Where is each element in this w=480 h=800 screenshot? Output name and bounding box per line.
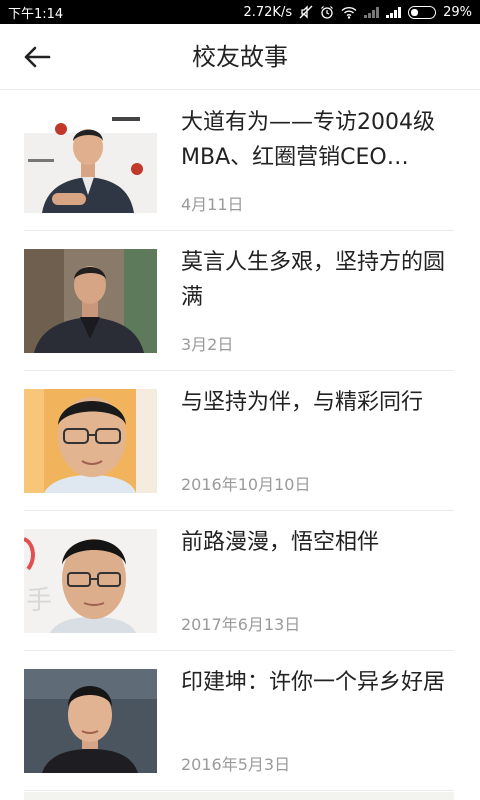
story-title: 前路漫漫，悟空相伴 xyxy=(181,530,380,555)
story-photo xyxy=(24,669,157,773)
battery-percent: 29% xyxy=(443,4,472,20)
svg-text:手: 手 xyxy=(26,586,52,616)
story-photo xyxy=(24,109,157,213)
status-bar: 下午1:14 2.72K/s 29% xyxy=(0,0,480,24)
story-date: 2017年6月13日 xyxy=(181,615,301,634)
back-arrow-icon xyxy=(24,46,51,68)
list-item[interactable]: 与坚持为伴，与精彩同行 2016年10月10日 xyxy=(24,371,454,511)
signal-icon-sim1 xyxy=(364,6,380,18)
network-speed: 2.72K/s xyxy=(243,4,293,20)
next-item-edge xyxy=(24,792,454,800)
story-photo: 手 xyxy=(24,529,157,633)
page-title: 校友故事 xyxy=(192,43,288,71)
story-date: 3月2日 xyxy=(181,335,234,354)
battery-icon xyxy=(408,5,437,19)
story-date: 4月11日 xyxy=(181,195,244,214)
mute-icon xyxy=(299,5,313,19)
story-list: 大道有为——专访2004级MBA、红圈营销CEO… 4月11日 莫言人生多艰，坚… xyxy=(0,91,480,791)
list-item[interactable]: 大道有为——专访2004级MBA、红圈营销CEO… 4月11日 xyxy=(24,91,454,231)
list-item[interactable]: 印建坤：许你一个异乡好居 2016年5月3日 xyxy=(24,651,454,791)
story-photo xyxy=(24,389,157,493)
story-photo xyxy=(24,249,157,353)
story-date: 2016年5月3日 xyxy=(181,755,291,774)
wifi-icon xyxy=(341,6,357,19)
list-item[interactable]: 莫言人生多艰，坚持方的圆满 3月2日 xyxy=(24,231,454,371)
story-date: 2016年10月10日 xyxy=(181,475,311,494)
story-title: 与坚持为伴，与精彩同行 xyxy=(181,390,424,415)
story-title: 大道有为——专访2004级MBA、红圈营销CEO… xyxy=(181,110,435,170)
list-item[interactable]: 手 前路漫漫，悟空相伴 2017年6月13日 xyxy=(24,511,454,651)
alarm-icon xyxy=(320,5,334,19)
status-time: 下午1:14 xyxy=(8,6,64,22)
app-bar: 校友故事 xyxy=(0,24,480,90)
story-title: 印建坤：许你一个异乡好居 xyxy=(181,670,446,695)
signal-icon-sim2 xyxy=(386,6,402,18)
story-title: 莫言人生多艰，坚持方的圆满 xyxy=(181,250,446,310)
back-button[interactable] xyxy=(16,36,58,78)
